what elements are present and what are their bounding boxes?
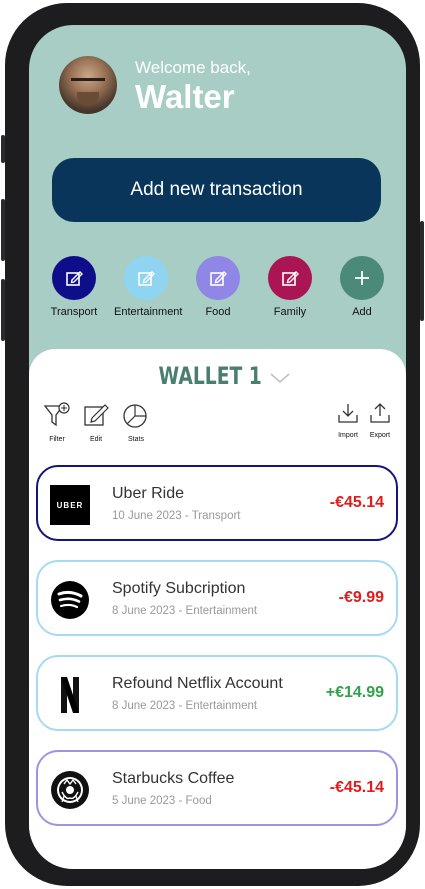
transaction-amount: +€14.99: [325, 684, 384, 701]
welcome-text: Welcome back,: [135, 58, 251, 77]
wallet-title: WALLET 1: [158, 362, 263, 390]
transaction-subtitle: 10 June 2023 - Transport: [112, 510, 241, 522]
app-screen: Welcome back, Walter Add new transaction…: [29, 25, 406, 869]
netflix-logo: [50, 675, 90, 715]
mute-switch: [1, 135, 5, 163]
transaction-amount: -€45.14: [329, 494, 384, 511]
edit-label: Edit: [89, 436, 103, 443]
edit-icon: [196, 256, 240, 300]
category-transport[interactable]: Transport: [42, 256, 106, 318]
category-entertainment[interactable]: Entertainment: [114, 256, 183, 318]
chevron-down-icon: [270, 373, 290, 384]
transaction-title: Refound Netflix Account: [112, 675, 283, 692]
transaction-item[interactable]: UBER Uber Ride 10 June 2023 - Transport …: [36, 465, 398, 541]
category-food[interactable]: Food: [186, 256, 250, 318]
filter-label: Filter: [49, 436, 65, 443]
transaction-item[interactable]: Spotify Subcription 8 June 2023 - Entert…: [36, 560, 398, 636]
export-label: Export: [369, 432, 391, 439]
volume-down-button: [1, 279, 5, 341]
filter-icon: [43, 402, 70, 427]
volume-up-button: [1, 199, 5, 261]
transaction-subtitle: 8 June 2023 - Entertainment: [112, 700, 258, 712]
export-button[interactable]: Export: [366, 401, 394, 439]
transaction-item[interactable]: Refound Netflix Account 8 June 2023 - En…: [36, 655, 398, 731]
edit-icon: [52, 256, 96, 300]
power-button: [420, 221, 424, 321]
phone-frame: Welcome back, Walter Add new transaction…: [1, 3, 424, 886]
transaction-item[interactable]: Starbucks Coffee 5 June 2023 - Food -€45…: [36, 750, 398, 826]
wallet-panel: WALLET 1 Filter Edit Stats Import Export…: [29, 349, 406, 869]
plus-icon: [340, 256, 384, 300]
stats-button[interactable]: Stats: [120, 401, 152, 443]
download-icon: [338, 404, 358, 423]
transaction-amount: -€9.99: [338, 589, 384, 606]
import-button[interactable]: Import: [334, 401, 362, 439]
upload-icon: [370, 403, 390, 423]
user-name: Walter: [135, 78, 235, 115]
transaction-title: Spotify Subcription: [112, 580, 246, 597]
transaction-title: Starbucks Coffee: [112, 770, 235, 787]
edit-icon: [124, 256, 168, 300]
category-family[interactable]: Family: [258, 256, 322, 318]
starbucks-logo: [50, 770, 90, 810]
edit-button[interactable]: Edit: [81, 401, 111, 443]
category-label: Entertainment: [114, 306, 183, 318]
category-label: Food: [205, 306, 231, 318]
spotify-logo: [50, 580, 90, 620]
transaction-subtitle: 8 June 2023 - Entertainment: [112, 605, 258, 617]
avatar[interactable]: [59, 56, 117, 114]
category-label: Family: [273, 306, 307, 318]
uber-logo: UBER: [50, 485, 90, 525]
stats-label: Stats: [128, 436, 144, 443]
category-label: Transport: [50, 306, 98, 318]
filter-button[interactable]: Filter: [42, 401, 72, 443]
category-add[interactable]: Add: [330, 256, 394, 318]
wallet-selector[interactable]: WALLET 1: [29, 361, 406, 391]
edit-icon: [84, 404, 109, 426]
transaction-title: Uber Ride: [112, 485, 185, 502]
import-label: Import: [338, 432, 358, 439]
edit-icon: [268, 256, 312, 300]
transaction-subtitle: 5 June 2023 - Food: [112, 795, 212, 807]
pie-chart-icon: [123, 404, 147, 428]
transaction-amount: -€45.14: [329, 779, 384, 796]
category-label: Add: [352, 306, 372, 318]
add-transaction-button[interactable]: Add new transaction: [52, 158, 381, 222]
